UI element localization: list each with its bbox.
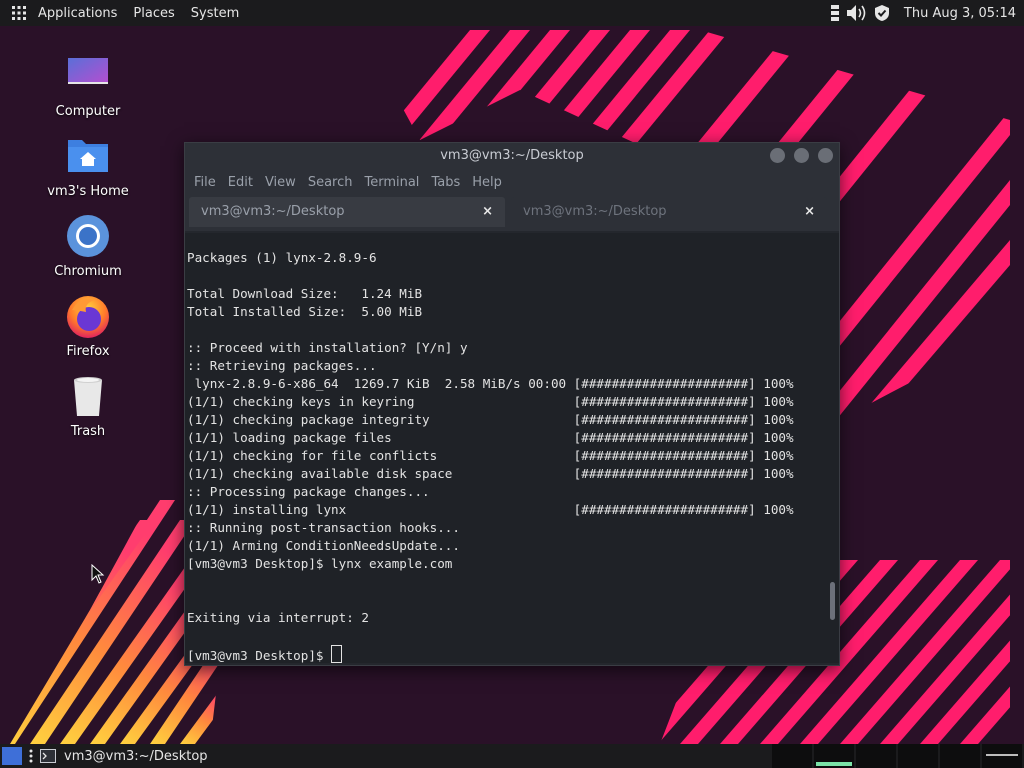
- terminal-line: :: Proceed with installation? [Y/n] y: [187, 340, 468, 355]
- menu-view[interactable]: View: [260, 175, 301, 190]
- terminal-line: Total Download Size: 1.24 MiB: [187, 286, 423, 301]
- home-folder-icon: [68, 140, 108, 172]
- desktop-icon-computer[interactable]: Computer: [28, 52, 148, 119]
- bottom-panel: vm3@vm3:~/Desktop: [0, 744, 1024, 768]
- workspace-4[interactable]: [898, 744, 938, 768]
- terminal-scrollbar[interactable]: [827, 233, 839, 663]
- desktop-icon-label: Chromium: [54, 264, 122, 279]
- menu-edit[interactable]: Edit: [223, 175, 258, 190]
- terminal-line: (1/1) checking available disk space [###…: [187, 466, 794, 481]
- desktop-icon-label: Computer: [55, 104, 121, 119]
- menu-places[interactable]: Places: [125, 0, 182, 26]
- tab-label: vm3@vm3:~/Desktop: [523, 204, 667, 219]
- terminal-line: (1/1) checking keys in keyring [########…: [187, 394, 794, 409]
- workspace-window-indicator: [816, 762, 852, 766]
- tab-inactive[interactable]: vm3@vm3:~/Desktop ×: [511, 197, 827, 227]
- clock[interactable]: Thu Aug 3, 05:14: [904, 6, 1016, 21]
- terminal-line: [vm3@vm3 Desktop]$ lynx example.com: [187, 556, 453, 571]
- terminal-menubar: File Edit View Search Terminal Tabs Help: [185, 169, 839, 195]
- window-titlebar[interactable]: vm3@vm3:~/Desktop: [185, 143, 839, 169]
- terminal-line: (1/1) checking for file conflicts [#####…: [187, 448, 794, 463]
- menu-tabs[interactable]: Tabs: [426, 175, 465, 190]
- workspace-6[interactable]: [982, 744, 1022, 768]
- menu-help[interactable]: Help: [467, 175, 507, 190]
- workspace-2[interactable]: [814, 744, 854, 768]
- menu-system[interactable]: System: [183, 0, 247, 26]
- window-title: vm3@vm3:~/Desktop: [440, 148, 584, 163]
- menu-file[interactable]: File: [189, 175, 221, 190]
- terminal-line: Exiting via interrupt: 2: [187, 610, 369, 625]
- text-cursor: [331, 645, 343, 663]
- desktop-icon-label: Firefox: [66, 344, 110, 359]
- scrollbar-thumb[interactable]: [830, 582, 835, 620]
- close-button[interactable]: [818, 148, 833, 163]
- shield-icon[interactable]: [874, 4, 890, 22]
- taskbar-item-label: vm3@vm3:~/Desktop: [64, 748, 208, 764]
- workspace-1[interactable]: [772, 744, 812, 768]
- terminal-line: (1/1) checking package integrity [######…: [187, 412, 794, 427]
- maximize-button[interactable]: [794, 148, 809, 163]
- desktop-icon-firefox[interactable]: Firefox: [28, 292, 148, 359]
- terminal-line: :: Processing package changes...: [187, 484, 430, 499]
- workspace-window-indicator: [986, 754, 1018, 756]
- desktop-icon-label: Trash: [70, 424, 106, 439]
- menu-search[interactable]: Search: [303, 175, 358, 190]
- firefox-icon: [67, 296, 109, 338]
- terminal-output[interactable]: Packages (1) lynx-2.8.9-6 Total Download …: [185, 233, 827, 663]
- workspace-3[interactable]: [856, 744, 896, 768]
- terminal-tab-bar: vm3@vm3:~/Desktop × vm3@vm3:~/Desktop ×: [185, 195, 839, 231]
- terminal-line: (1/1) installing lynx [#################…: [187, 502, 794, 517]
- menu-terminal[interactable]: Terminal: [359, 175, 424, 190]
- terminal-line: Packages (1) lynx-2.8.9-6: [187, 250, 377, 265]
- desktop-icon-trash[interactable]: Trash: [28, 372, 148, 439]
- terminal-line: :: Retrieving packages...: [187, 358, 377, 373]
- desktop-icon-label: vm3's Home: [47, 184, 129, 199]
- workspace-5[interactable]: [940, 744, 980, 768]
- terminal-line: lynx-2.8.9-6-x86_64 1269.7 KiB 2.58 MiB/…: [187, 376, 794, 391]
- show-desktop-button[interactable]: [2, 747, 22, 765]
- terminal-line: Total Installed Size: 5.00 MiB: [187, 304, 423, 319]
- terminal-line: (1/1) Arming ConditionNeedsUpdate...: [187, 538, 460, 553]
- terminal-line: (1/1) loading package files [###########…: [187, 430, 794, 445]
- workspace-switcher[interactable]: [772, 744, 1022, 768]
- desktop-icon-home[interactable]: vm3's Home: [28, 132, 148, 199]
- taskbar-item-terminal[interactable]: vm3@vm3:~/Desktop: [34, 745, 214, 767]
- network-icon[interactable]: [830, 4, 840, 22]
- mouse-pointer-icon: [91, 564, 105, 584]
- computer-icon: [68, 58, 108, 84]
- minimize-button[interactable]: [770, 148, 785, 163]
- tab-close-icon[interactable]: ×: [482, 197, 493, 227]
- tab-close-icon[interactable]: ×: [804, 197, 815, 227]
- terminal-line: [vm3@vm3 Desktop]$: [187, 645, 827, 663]
- trash-icon: [74, 377, 102, 416]
- menu-applications[interactable]: Applications: [30, 0, 125, 26]
- applications-grid-icon[interactable]: [12, 6, 26, 20]
- terminal-window[interactable]: vm3@vm3:~/Desktop File Edit View Search …: [184, 142, 840, 666]
- volume-icon[interactable]: [846, 4, 868, 22]
- terminal-line: :: Running post-transaction hooks...: [187, 520, 460, 535]
- tab-active[interactable]: vm3@vm3:~/Desktop ×: [189, 197, 505, 227]
- chromium-icon: [67, 215, 109, 257]
- desktop-icon-chromium[interactable]: Chromium: [28, 212, 148, 279]
- terminal-icon: [40, 749, 56, 763]
- tab-label: vm3@vm3:~/Desktop: [201, 204, 345, 219]
- system-tray: Thu Aug 3, 05:14: [830, 0, 1016, 26]
- top-panel: Applications Places System Thu Aug 3, 05…: [0, 0, 1024, 26]
